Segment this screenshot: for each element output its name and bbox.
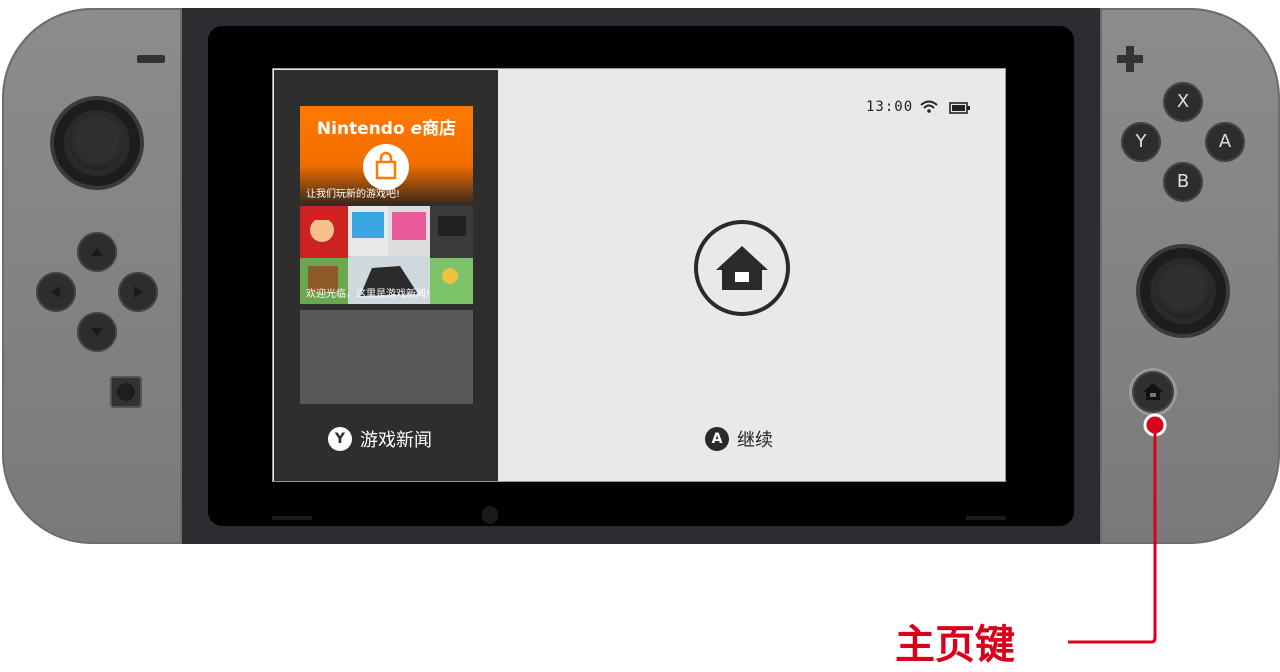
home-button-callout-label: 主页键 — [895, 622, 1015, 668]
callout-line — [1068, 413, 1167, 644]
